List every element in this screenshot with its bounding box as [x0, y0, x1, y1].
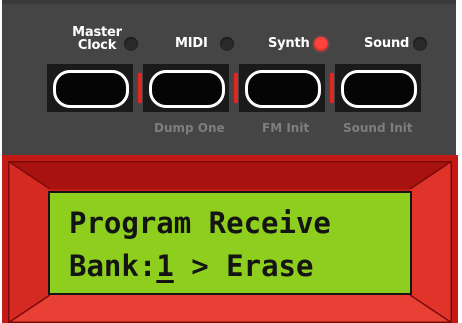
- bezel-bevel-bottom: [8, 295, 452, 323]
- master-clock-led-indicator: [124, 37, 138, 51]
- lcd-line-1: Program Receive: [69, 206, 331, 240]
- master-clock-label: Master Clock: [72, 26, 122, 52]
- dump-one-label: Dump One: [154, 121, 225, 135]
- sound-led-indicator: [413, 37, 427, 51]
- button-divider: [330, 73, 334, 103]
- sound-label: Sound: [364, 36, 410, 51]
- sound-init-label: Sound Init: [343, 121, 413, 135]
- master-clock-button-well: [47, 64, 133, 112]
- sound-button[interactable]: [341, 70, 417, 108]
- synth-button-well: [239, 64, 325, 112]
- button-divider: [234, 73, 238, 103]
- lcd-bank-prefix: Bank:: [69, 249, 157, 283]
- midi-button[interactable]: [149, 70, 225, 108]
- master-clock-label-line2: Clock: [77, 38, 117, 53]
- sound-button-well: [335, 64, 421, 112]
- control-panel: Master Clock MIDI Synth Sound Dump One F…: [2, 0, 458, 323]
- button-divider: [138, 73, 142, 103]
- master-clock-button[interactable]: [53, 70, 129, 108]
- synth-led-indicator: [314, 37, 328, 51]
- bezel-bevel-top: [8, 161, 452, 189]
- synth-label: Synth: [268, 36, 310, 51]
- synth-button[interactable]: [245, 70, 321, 108]
- midi-led-indicator: [220, 37, 234, 51]
- midi-label: MIDI: [175, 36, 208, 51]
- lcd-line-2: Bank:1 > Erase: [69, 252, 313, 281]
- panel-top-edge: [2, 0, 456, 4]
- lcd-erase-option: > Erase: [173, 249, 314, 283]
- fm-init-label: FM Init: [262, 121, 310, 135]
- lcd-display: Program Receive Bank:1 > Erase: [48, 191, 412, 295]
- synth-front-panel: Master Clock MIDI Synth Sound Dump One F…: [0, 0, 462, 323]
- lcd-bank-value-cursor: 1: [156, 249, 174, 283]
- midi-button-well: [143, 64, 229, 112]
